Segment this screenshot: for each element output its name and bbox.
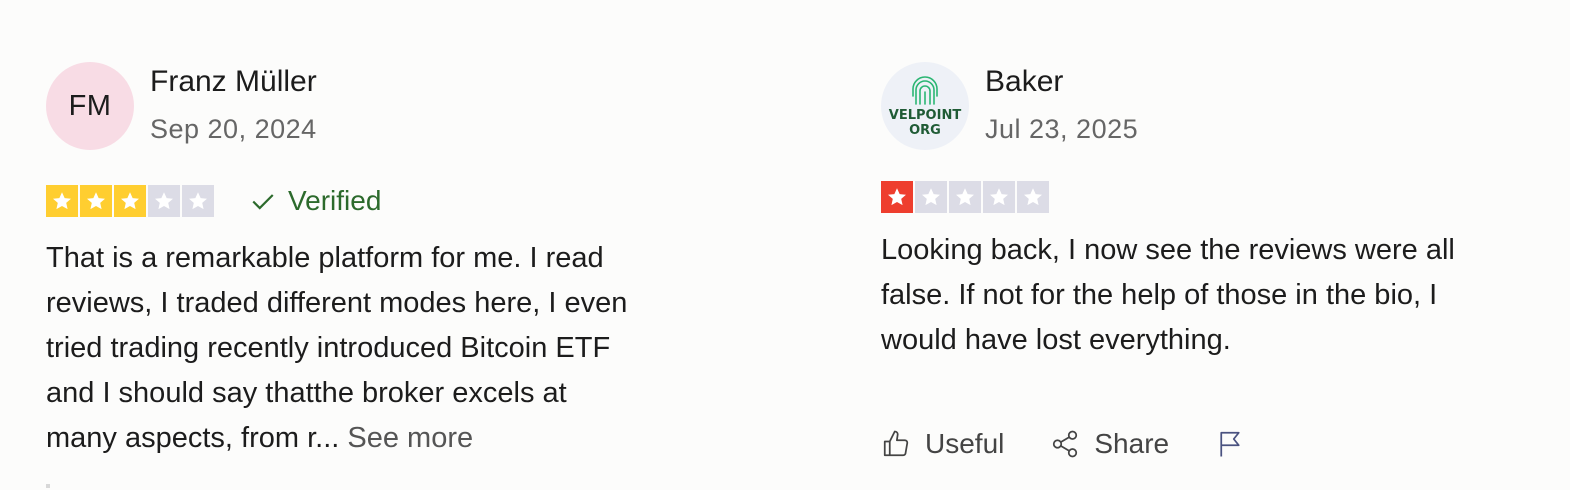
share-icon xyxy=(1053,430,1078,458)
star-rating xyxy=(881,181,1049,213)
checkmark-icon xyxy=(252,194,274,210)
review-card: FM Franz Müller Sep 20, 2024 Verified Th… xyxy=(46,0,746,490)
review-text-line: reviews, I traded different modes here, … xyxy=(46,287,628,319)
review-text: Looking back, I now see the reviews were… xyxy=(881,228,1455,363)
star-icon xyxy=(915,181,947,213)
review-text: That is a remarkable platform for me. I … xyxy=(46,236,627,461)
star-icon xyxy=(182,185,214,217)
share-label: Share xyxy=(1094,428,1170,459)
star-icon xyxy=(80,185,112,217)
review-text-truncated: many aspects, from r... xyxy=(46,422,340,454)
divider xyxy=(46,484,50,488)
review-header: FM Franz Müller Sep 20, 2024 xyxy=(46,62,746,150)
share-button[interactable]: Share xyxy=(1050,428,1169,460)
review-text-line: Looking back, I now see the reviews were… xyxy=(881,234,1455,266)
avatar-logo-text: VELPOINT xyxy=(888,108,962,123)
avatar-logo-text: ORG xyxy=(909,123,941,138)
review-text-line: many aspects, from r... See more xyxy=(46,416,627,461)
verified-badge: Verified xyxy=(250,184,381,218)
useful-label: Useful xyxy=(925,428,1005,459)
review-date: Sep 20, 2024 xyxy=(150,114,317,144)
avatar[interactable]: VELPOINT ORG xyxy=(881,62,969,150)
review-text-line: would have lost everything. xyxy=(881,324,1231,356)
star-icon xyxy=(949,181,981,213)
reviewer-name[interactable]: Franz Müller xyxy=(150,64,317,100)
review-card: VELPOINT ORG Baker Jul 23, 2025 Looking … xyxy=(881,0,1551,490)
review-text-line: That is a remarkable platform for me. I … xyxy=(46,242,604,274)
review-actions: Useful Share xyxy=(881,424,1245,464)
avatar[interactable]: FM xyxy=(46,62,134,150)
star-icon xyxy=(46,185,78,217)
star-icon xyxy=(148,185,180,217)
thumbs-up-icon xyxy=(883,430,909,457)
star-rating xyxy=(46,185,214,217)
star-icon xyxy=(114,185,146,217)
avatar-initials: FM xyxy=(68,89,112,122)
reviewer-name[interactable]: Baker xyxy=(985,64,1063,100)
star-icon xyxy=(1017,181,1049,213)
review-text-line: false. If not for the help of those in t… xyxy=(881,279,1438,311)
star-icon xyxy=(881,181,913,213)
review-header: VELPOINT ORG Baker Jul 23, 2025 xyxy=(881,62,1551,150)
see-more-link[interactable]: See more xyxy=(347,422,473,454)
star-icon xyxy=(983,181,1015,213)
flag-icon xyxy=(1220,431,1240,457)
verified-label: Verified xyxy=(288,185,382,216)
report-button[interactable] xyxy=(1215,429,1245,459)
review-text-line: and I should say thatthe broker excels a… xyxy=(46,377,567,409)
review-date: Jul 23, 2025 xyxy=(985,114,1139,144)
fingerprint-icon xyxy=(912,76,938,105)
review-text-line: tried trading recently introduced Bitcoi… xyxy=(46,332,611,364)
useful-button[interactable]: Useful xyxy=(881,428,1004,460)
